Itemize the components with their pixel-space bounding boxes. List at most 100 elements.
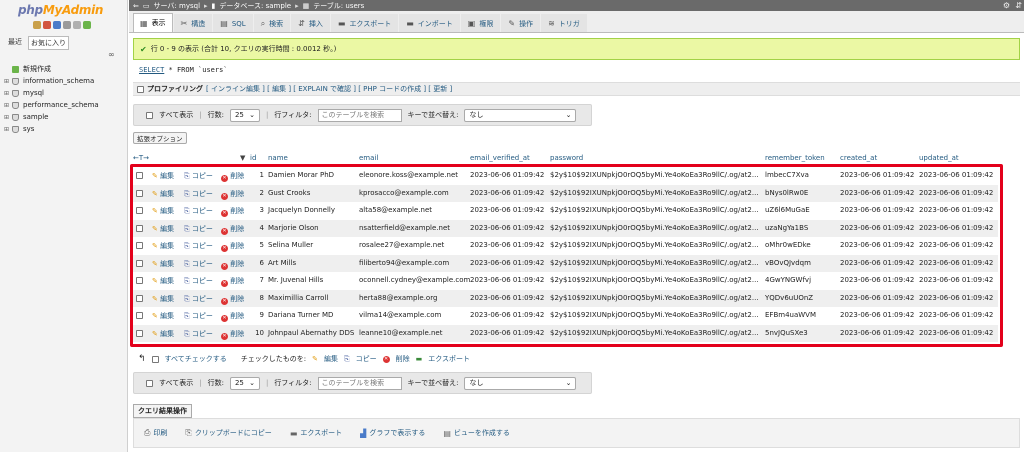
help-icon[interactable] xyxy=(53,21,61,29)
column-resize-arrows-icon[interactable]: ←T→ xyxy=(133,154,149,162)
row-copy-action[interactable]: ⎘ コピー xyxy=(184,171,213,181)
extra-options-button[interactable]: 拡張オプション xyxy=(133,132,187,144)
bulk-delete-button[interactable]: 削除 xyxy=(396,354,410,364)
row-delete-action[interactable]: ✕ 削除 xyxy=(221,276,244,287)
expand-icon[interactable]: ⊞ xyxy=(4,126,12,133)
column-header-name[interactable]: name xyxy=(268,154,288,162)
tree-item-performance-schema[interactable]: ⊞ performance_schema xyxy=(4,99,126,111)
table-row[interactable]: ✎ 編集 ⎘ コピー ✕ 削除 6 Art Mills filiberto94@examp… xyxy=(133,254,998,272)
row-checkbox[interactable] xyxy=(136,329,143,337)
phpmyadmin-logo[interactable]: phpMyAdmin xyxy=(18,3,103,17)
row-edit-action[interactable]: ✎ 編集 xyxy=(152,311,174,321)
table-row[interactable]: ✎ 編集 ⎘ コピー ✕ 削除 4 Marjorie Olson nsatterfield… xyxy=(133,219,998,237)
docs-icon[interactable] xyxy=(63,21,71,29)
row-checkbox[interactable] xyxy=(136,172,143,179)
tab-structure[interactable]: ✂ 構造 xyxy=(173,14,213,32)
row-delete-action[interactable]: ✕ 削除 xyxy=(221,171,244,182)
sort-arrow-icon[interactable]: ▼ xyxy=(240,154,245,162)
row-edit-action[interactable]: ✎ 編集 xyxy=(152,189,174,199)
sql-query-box[interactable]: SELECT * FROM `users` xyxy=(133,62,1020,78)
row-delete-action[interactable]: ✕ 削除 xyxy=(221,259,244,270)
row-edit-action[interactable]: ✎ 編集 xyxy=(152,224,174,234)
row-delete-action[interactable]: ✕ 削除 xyxy=(221,206,244,217)
bulk-edit-button[interactable]: 編集 xyxy=(324,354,338,364)
row-checkbox[interactable] xyxy=(136,259,143,267)
show-all-checkbox[interactable] xyxy=(146,379,153,387)
create-view-button[interactable]: ▤ ビューを作成する xyxy=(443,428,510,438)
row-checkbox[interactable] xyxy=(136,207,143,214)
column-header-email[interactable]: email xyxy=(359,154,378,162)
row-checkbox[interactable] xyxy=(136,277,143,284)
row-checkbox[interactable] xyxy=(136,224,143,232)
expand-icon[interactable]: ⊞ xyxy=(4,114,12,121)
rows-per-page-select[interactable]: 25 ⌄ xyxy=(229,108,260,122)
row-copy-action[interactable]: ⎘ コピー xyxy=(184,259,213,269)
row-copy-action[interactable]: ⎘ コピー xyxy=(184,189,213,199)
tab-privileges[interactable]: ▣ 権限 xyxy=(460,14,501,32)
tree-item-information-schema[interactable]: ⊞ information_schema xyxy=(4,75,126,87)
row-copy-action[interactable]: ⎘ コピー xyxy=(184,294,213,304)
check-all-link[interactable]: すべてチェックする xyxy=(165,354,227,364)
bulk-copy-button[interactable]: コピー xyxy=(356,354,377,364)
column-header-created-at[interactable]: created_at xyxy=(840,154,877,162)
row-delete-action[interactable]: ✕ 削除 xyxy=(221,189,244,200)
tab-triggers[interactable]: ≋ トリガ xyxy=(541,14,587,32)
table-row[interactable]: ✎ 編集 ⎘ コピー ✕ 削除 2 Gust Crooks kprosacco@examp… xyxy=(133,184,998,202)
row-edit-action[interactable]: ✎ 編集 xyxy=(152,329,174,339)
expand-icon[interactable]: ⊞ xyxy=(4,78,12,85)
row-copy-action[interactable]: ⎘ コピー xyxy=(184,329,213,339)
row-delete-action[interactable]: ✕ 削除 xyxy=(221,241,244,252)
row-checkbox[interactable] xyxy=(136,189,143,197)
sort-by-key-select[interactable]: なし ⌄ xyxy=(464,376,577,390)
row-edit-action[interactable]: ✎ 編集 xyxy=(152,206,174,216)
copy-to-clipboard-button[interactable]: ⎘ クリップボードにコピー xyxy=(185,428,271,438)
gear-icon[interactable]: ⚙ xyxy=(1003,1,1010,10)
tree-item-mysql[interactable]: ⊞ mysql xyxy=(4,87,126,99)
tree-item-sample[interactable]: ⊞ sample xyxy=(4,111,126,123)
row-delete-action[interactable]: ✕ 削除 xyxy=(221,294,244,305)
table-row[interactable]: ✎ 編集 ⎘ コピー ✕ 削除 3 Jacquelyn Donnelly alta58@e… xyxy=(133,202,998,220)
link-icon[interactable]: ∞ xyxy=(108,50,115,59)
breadcrumb-server[interactable]: サーバ: mysql xyxy=(154,1,201,11)
row-filter-input[interactable]: このテーブルを検索 xyxy=(317,108,402,122)
sql-keyword-link[interactable]: SELECT xyxy=(139,66,164,74)
back-arrow-icon[interactable]: ⇐ xyxy=(133,2,139,10)
row-delete-action[interactable]: ✕ 削除 xyxy=(221,329,244,340)
row-copy-action[interactable]: ⎘ コピー xyxy=(184,206,213,216)
profiling-checkbox[interactable] xyxy=(137,85,144,93)
table-row[interactable]: ✎ 編集 ⎘ コピー ✕ 削除 5 Selina Muller rosalee27@exa… xyxy=(133,237,998,255)
row-edit-action[interactable]: ✎ 編集 xyxy=(152,294,174,304)
column-header-password[interactable]: password xyxy=(550,154,583,162)
collapse-icon[interactable]: ⇵ xyxy=(1015,1,1022,10)
expand-icon[interactable]: ⊞ xyxy=(4,102,12,109)
tab-operations[interactable]: ✎ 操作 xyxy=(501,14,541,32)
expand-icon[interactable]: ⊞ xyxy=(4,90,12,97)
row-edit-action[interactable]: ✎ 編集 xyxy=(152,241,174,251)
recent-tab[interactable]: 最近 xyxy=(6,36,24,50)
column-header-updated-at[interactable]: updated_at xyxy=(919,154,959,162)
show-all-checkbox[interactable] xyxy=(146,111,153,119)
row-copy-action[interactable]: ⎘ コピー xyxy=(184,224,213,234)
favorites-tab[interactable]: お気に入り xyxy=(28,36,69,50)
print-button[interactable]: ⎙ 印刷 xyxy=(144,428,167,438)
export-button[interactable]: ▬ エクスポート xyxy=(290,428,342,438)
column-header-id[interactable]: id xyxy=(250,154,256,162)
row-edit-action[interactable]: ✎ 編集 xyxy=(152,171,174,181)
settings-icon[interactable] xyxy=(73,21,81,29)
tab-insert[interactable]: ⇵ 挿入 xyxy=(291,14,330,32)
column-header-email-verified-at[interactable]: email_verified_at xyxy=(470,154,530,162)
rows-per-page-select[interactable]: 25 ⌄ xyxy=(229,376,260,390)
row-copy-action[interactable]: ⎘ コピー xyxy=(184,276,213,286)
reload-icon[interactable] xyxy=(83,21,91,29)
breadcrumb-database[interactable]: データベース: sample xyxy=(219,1,291,11)
row-copy-action[interactable]: ⎘ コピー xyxy=(184,241,213,251)
query-action-links[interactable]: [ インライン編集 ] [ 編集 ] [ EXPLAIN で確認 ] [ PHP… xyxy=(206,84,452,94)
row-filter-input[interactable]: このテーブルを検索 xyxy=(317,376,402,390)
tab-export[interactable]: ▬ エクスポート xyxy=(330,14,399,32)
tab-browse[interactable]: ▦ 表示 xyxy=(133,13,173,32)
table-row[interactable]: ✎ 編集 ⎘ コピー ✕ 削除 8 Maximillia Carroll herta88@… xyxy=(133,289,998,307)
home-icon[interactable] xyxy=(33,21,41,29)
breadcrumb-table[interactable]: テーブル: users xyxy=(313,1,364,11)
tab-sql[interactable]: ▤ SQL xyxy=(213,14,253,32)
row-edit-action[interactable]: ✎ 編集 xyxy=(152,259,174,269)
